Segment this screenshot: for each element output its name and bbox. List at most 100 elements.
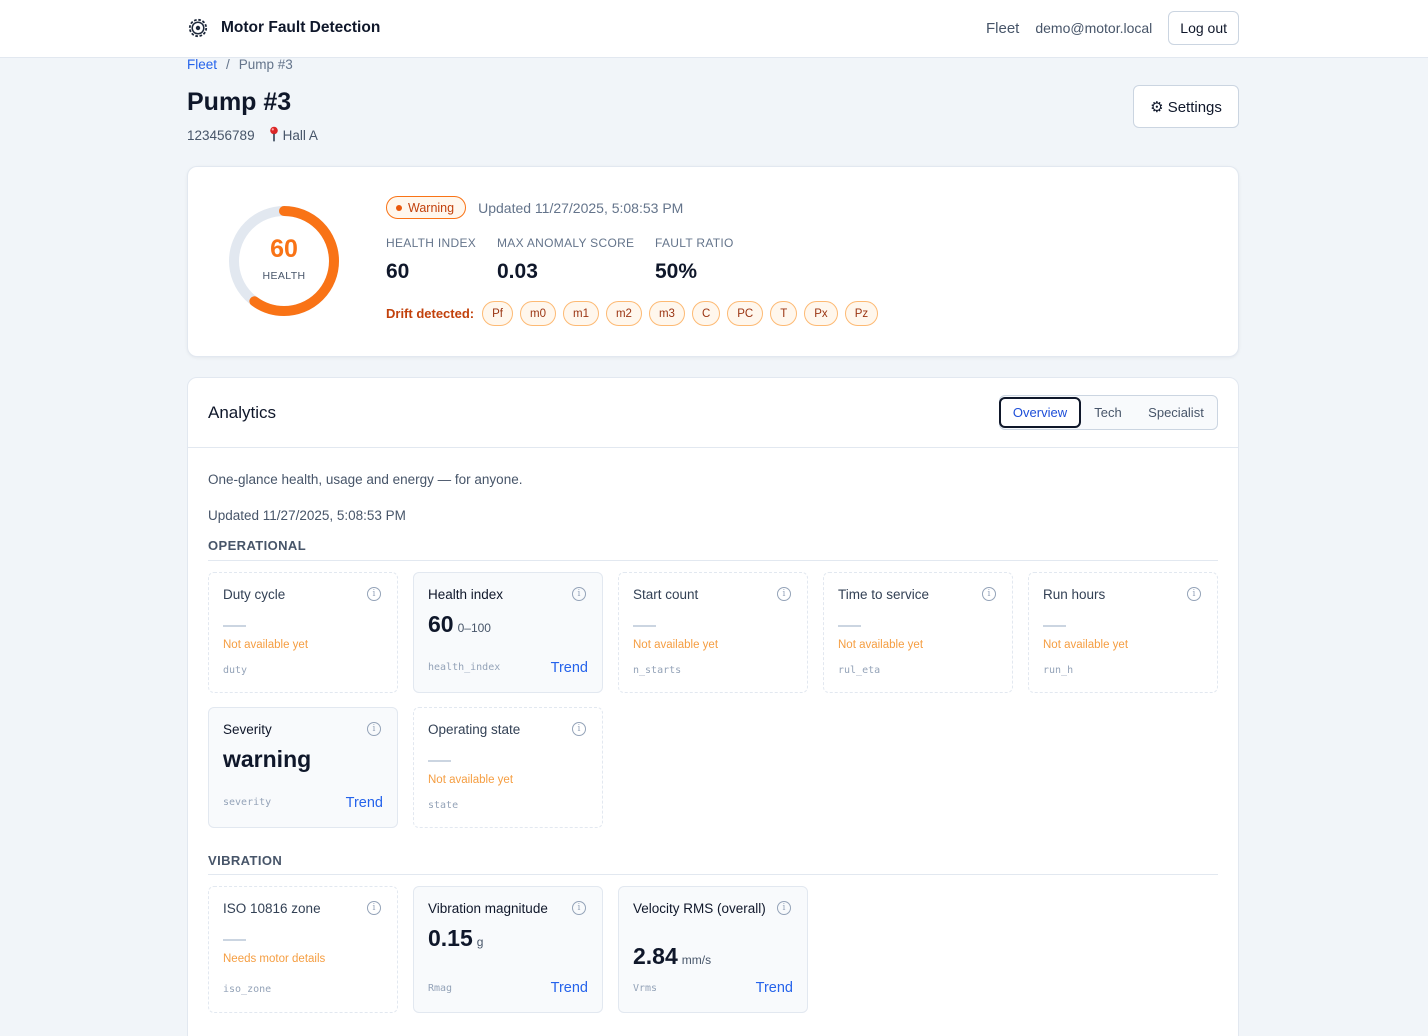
drift-chip-m1[interactable]: m1: [562, 301, 599, 326]
health-gauge: 60 HEALTH: [226, 203, 342, 319]
info-icon[interactable]: i: [982, 587, 996, 601]
top-navigation-bar: Motor Fault Detection Fleet demo@motor.l…: [0, 0, 1428, 58]
metric-title: Duty cycle: [223, 587, 286, 602]
gauge-label: HEALTH: [262, 270, 306, 282]
app-title: Motor Fault Detection: [221, 19, 381, 36]
metric-key: health_index: [428, 662, 501, 673]
kpi-label: HEALTH INDEX: [386, 236, 477, 250]
kpi-label: MAX ANOMALY SCORE: [497, 236, 635, 250]
status-label: Warning: [408, 200, 455, 215]
section-divider: [208, 560, 1218, 561]
kpi-value: 0.03: [497, 260, 538, 283]
metric-key: n_starts: [633, 665, 682, 676]
metric-unavailable-note: Not available yet: [633, 639, 719, 651]
trend-link[interactable]: Trend: [346, 795, 383, 811]
info-icon[interactable]: i: [367, 722, 381, 736]
drift-chip-m2[interactable]: m2: [605, 301, 642, 326]
drift-chip-pz[interactable]: Pz: [844, 301, 879, 326]
info-icon[interactable]: i: [367, 587, 381, 601]
metric-unavailable-note: Needs motor details: [223, 953, 326, 965]
analytics-header: Analytics Overview Tech Specialist: [188, 378, 1238, 448]
info-icon[interactable]: i: [572, 901, 586, 915]
metric-key: rul_eta: [838, 665, 881, 676]
metric-empty-dash: [1043, 625, 1066, 627]
drift-chip-m3[interactable]: m3: [648, 301, 685, 326]
drift-row: Drift detected: Pf m0 m1 m2 m3 C PC T Px…: [386, 301, 879, 326]
kpi-fault-ratio: FAULT RATIO 50%: [655, 236, 734, 284]
metric-unit: mm/s: [681, 953, 712, 967]
metric-empty-dash: [428, 760, 451, 762]
metric-title: Run hours: [1043, 587, 1106, 602]
metric-unit: 0–100: [457, 621, 491, 635]
metric-unavailable-note: Not available yet: [428, 774, 514, 786]
metric-card-time-to-service: Time to service i Not available yet rul_…: [823, 572, 1013, 693]
metric-card-start-count: Start count i Not available yet n_starts: [618, 572, 808, 693]
metric-card-operating-state: Operating state i Not available yet stat…: [413, 707, 603, 828]
tab-overview[interactable]: Overview: [999, 397, 1081, 428]
drift-chip-pf[interactable]: Pf: [482, 301, 513, 326]
metric-card-severity: Severity i warning severity Trend: [208, 707, 398, 828]
metric-unavailable-note: Not available yet: [838, 639, 924, 651]
trend-link[interactable]: Trend: [551, 660, 588, 676]
metric-empty-dash: [223, 625, 246, 627]
trend-link[interactable]: Trend: [756, 980, 793, 996]
brand[interactable]: Motor Fault Detection: [187, 17, 380, 39]
page-title: Pump #3: [187, 88, 292, 116]
info-icon[interactable]: i: [572, 587, 586, 601]
metric-key: iso_zone: [223, 984, 272, 995]
tab-tech[interactable]: Tech: [1081, 396, 1135, 429]
metric-card-health-index: Health index i 60 0–100 health_index Tren…: [413, 572, 603, 693]
info-icon[interactable]: i: [572, 722, 586, 736]
metric-title: Velocity RMS (overall): [633, 901, 766, 916]
info-icon[interactable]: i: [367, 901, 381, 915]
breadcrumb: Fleet / Pump #3: [187, 57, 293, 72]
metric-value: 60 0–100: [428, 611, 491, 638]
metric-value: 0.15 g: [428, 925, 483, 952]
kpi-max-anomaly-score: MAX ANOMALY SCORE 0.03: [497, 236, 634, 284]
metric-title: Vibration magnitude: [428, 901, 548, 916]
metric-key: duty: [223, 665, 248, 676]
nav-link-fleet[interactable]: Fleet: [986, 20, 1019, 37]
location-pin-icon: [269, 126, 279, 145]
user-email: demo@motor.local: [1035, 20, 1153, 36]
metric-empty-dash: [838, 625, 861, 627]
drift-chip-pc[interactable]: PC: [727, 301, 764, 326]
metric-title: Severity: [223, 722, 272, 737]
drift-chip-t[interactable]: T: [770, 301, 798, 326]
section-title-vibration: VIBRATION: [208, 853, 283, 868]
summary-updated: Updated 11/27/2025, 5:08:53 PM: [478, 199, 684, 216]
status-dot-icon: [396, 204, 402, 211]
metric-key: state: [428, 800, 459, 811]
metric-value: 2.84 mm/s: [633, 943, 711, 970]
metric-card-iso-zone: ISO 10816 zone i Needs motor details iso…: [208, 886, 398, 1013]
analytics-card: Analytics Overview Tech Specialist One-g…: [187, 377, 1239, 1036]
settings-button[interactable]: ⚙ Settings: [1133, 85, 1239, 128]
breadcrumb-fleet-link[interactable]: Fleet: [187, 57, 217, 72]
status-badge: Warning: [386, 196, 467, 219]
metric-key: severity: [223, 797, 272, 808]
metric-title: Time to service: [838, 587, 930, 602]
metric-number: 2.84: [633, 943, 678, 969]
drift-chip-m0[interactable]: m0: [520, 301, 556, 326]
drift-chip-px[interactable]: Px: [804, 301, 838, 326]
section-divider: [208, 874, 1218, 875]
info-icon[interactable]: i: [777, 587, 791, 601]
metric-title: ISO 10816 zone: [223, 901, 321, 916]
trend-link[interactable]: Trend: [551, 980, 588, 996]
metric-number: warning: [223, 746, 312, 772]
drift-chip-c[interactable]: C: [691, 301, 721, 326]
info-icon[interactable]: i: [1187, 587, 1201, 601]
metric-unavailable-note: Not available yet: [223, 639, 309, 651]
drift-label: Drift detected:: [386, 306, 475, 321]
gauge-value: 60: [270, 235, 298, 263]
tab-specialist[interactable]: Specialist: [1135, 396, 1217, 429]
info-icon[interactable]: i: [777, 901, 791, 915]
health-summary-card: 60 HEALTH Warning Updated 11/27/2025, 5:…: [187, 166, 1239, 357]
metric-number: 60: [428, 611, 454, 637]
metric-empty-dash: [633, 625, 656, 627]
metric-key: Rmag: [428, 983, 453, 994]
logout-button[interactable]: Log out: [1168, 11, 1239, 45]
breadcrumb-separator: /: [226, 57, 230, 72]
location-label: Hall A: [282, 128, 318, 143]
metric-title: Health index: [428, 587, 504, 602]
